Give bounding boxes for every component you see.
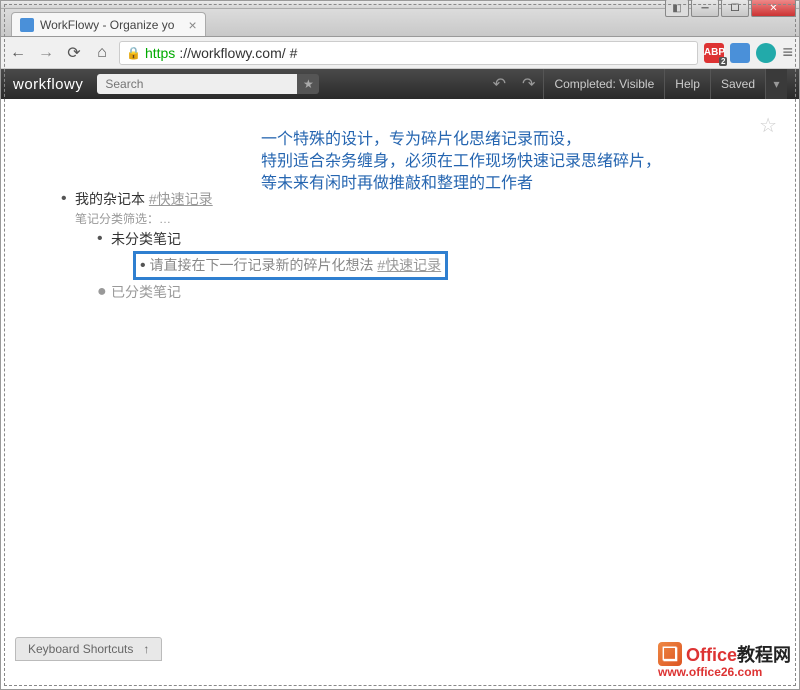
outline-item[interactable]: • 未分类笔记 [97, 229, 739, 249]
redo-button[interactable]: ↷ [522, 74, 535, 94]
tab-close-icon[interactable]: × [188, 17, 196, 33]
undo-button[interactable]: ↶ [493, 74, 506, 94]
window-minimize-button[interactable]: ─ [691, 0, 719, 17]
outline-item-completed[interactable]: ● 已分类笔记 [97, 282, 739, 302]
annotation-line: 等未来有闲时再做推敲和整理的工作者 [261, 173, 661, 195]
outline-item[interactable]: • 请直接在下一行记录新的碎片化想法 #快速记录 [133, 251, 739, 280]
window-settings-button[interactable]: ◧ [665, 0, 689, 17]
tab-title: WorkFlowy - Organize yo [40, 18, 174, 32]
browser-address-bar: ← → ⟳ ⌂ 🔒 https://workflowy.com/# ABP 2 … [1, 37, 799, 69]
saved-status: Saved [710, 69, 765, 99]
window-maximize-button[interactable]: ☐ [721, 0, 749, 17]
extension-blue-icon[interactable] [730, 43, 750, 63]
item-text[interactable]: 已分类笔记 [111, 282, 181, 302]
url-host: ://workflowy.com/ [179, 45, 285, 61]
watermark-title-red: Office [686, 645, 737, 665]
back-button[interactable]: ← [7, 42, 29, 64]
search-input[interactable] [97, 74, 297, 94]
annotation-line: 特别适合杂务缠身，必须在工作现场快速记录思绪碎片， [261, 151, 661, 173]
url-hash: # [290, 45, 298, 61]
extension-abp-icon[interactable]: ABP 2 [704, 43, 724, 63]
tab-favicon [20, 18, 34, 32]
window-close-button[interactable]: ✕ [751, 0, 796, 17]
menu-dropdown[interactable]: ▾ [765, 69, 787, 99]
help-button[interactable]: Help [664, 69, 710, 99]
keyboard-shortcuts-button[interactable]: Keyboard Shortcuts ↑ [15, 637, 162, 661]
watermark: ❏ Office教程网 www.office26.com [658, 641, 791, 679]
url-protocol: https [145, 45, 175, 61]
bullet-icon[interactable]: • [140, 257, 146, 274]
kbd-label: Keyboard Shortcuts [28, 642, 133, 656]
extension-teal-icon[interactable] [756, 43, 776, 63]
lock-icon: 🔒 [126, 46, 141, 60]
arrow-up-icon: ↑ [143, 642, 149, 656]
home-button[interactable]: ⌂ [91, 42, 113, 64]
outline-root: • 我的杂记本 #快速记录 笔记分类筛选：… • 未分类笔记 • 请直接在下一行… [61, 189, 739, 302]
workflowy-logo[interactable]: workflowy [13, 76, 83, 93]
item-text[interactable]: 未分类笔记 [111, 229, 181, 249]
completed-toggle[interactable]: Completed: Visible [543, 69, 664, 99]
abp-badge: 2 [719, 57, 727, 66]
reload-button[interactable]: ⟳ [63, 42, 85, 64]
star-button[interactable]: ★ [297, 74, 319, 94]
watermark-title-black: 教程网 [737, 645, 791, 665]
page-star-icon[interactable]: ☆ [759, 113, 777, 138]
annotation-overlay: 一个特殊的设计，专为碎片化思绪记录而设， 特别适合杂务缠身，必须在工作现场快速记… [261, 129, 661, 195]
item-note[interactable]: 笔记分类筛选：… [75, 211, 739, 227]
bullet-icon[interactable]: ● [97, 282, 111, 302]
window-titlebar: ◧ ─ ☐ ✕ [1, 1, 799, 9]
tag-link[interactable]: #快速记录 [149, 191, 213, 207]
watermark-icon: ❏ [658, 642, 682, 666]
forward-button[interactable]: → [35, 42, 57, 64]
bullet-icon[interactable]: • [61, 189, 75, 209]
browser-menu-button[interactable]: ≡ [782, 42, 793, 63]
url-input[interactable]: 🔒 https://workflowy.com/ # [119, 41, 698, 65]
browser-tab[interactable]: WorkFlowy - Organize yo × [11, 12, 206, 36]
watermark-url: www.office26.com [658, 665, 791, 679]
tag-link[interactable]: #快速记录 [377, 257, 441, 273]
content-area: ☆ 一个特殊的设计，专为碎片化思绪记录而设， 特别适合杂务缠身，必须在工作现场快… [1, 99, 799, 649]
highlighted-item: • 请直接在下一行记录新的碎片化想法 #快速记录 [133, 251, 448, 280]
item-text[interactable]: 请直接在下一行记录新的碎片化想法 #快速记录 [150, 257, 442, 273]
workflowy-toolbar: workflowy ★ ↶ ↷ Completed: Visible Help … [1, 69, 799, 99]
annotation-line: 一个特殊的设计，专为碎片化思绪记录而设， [261, 129, 661, 151]
bullet-icon[interactable]: • [97, 229, 111, 249]
item-text[interactable]: 我的杂记本 #快速记录 [75, 189, 213, 209]
